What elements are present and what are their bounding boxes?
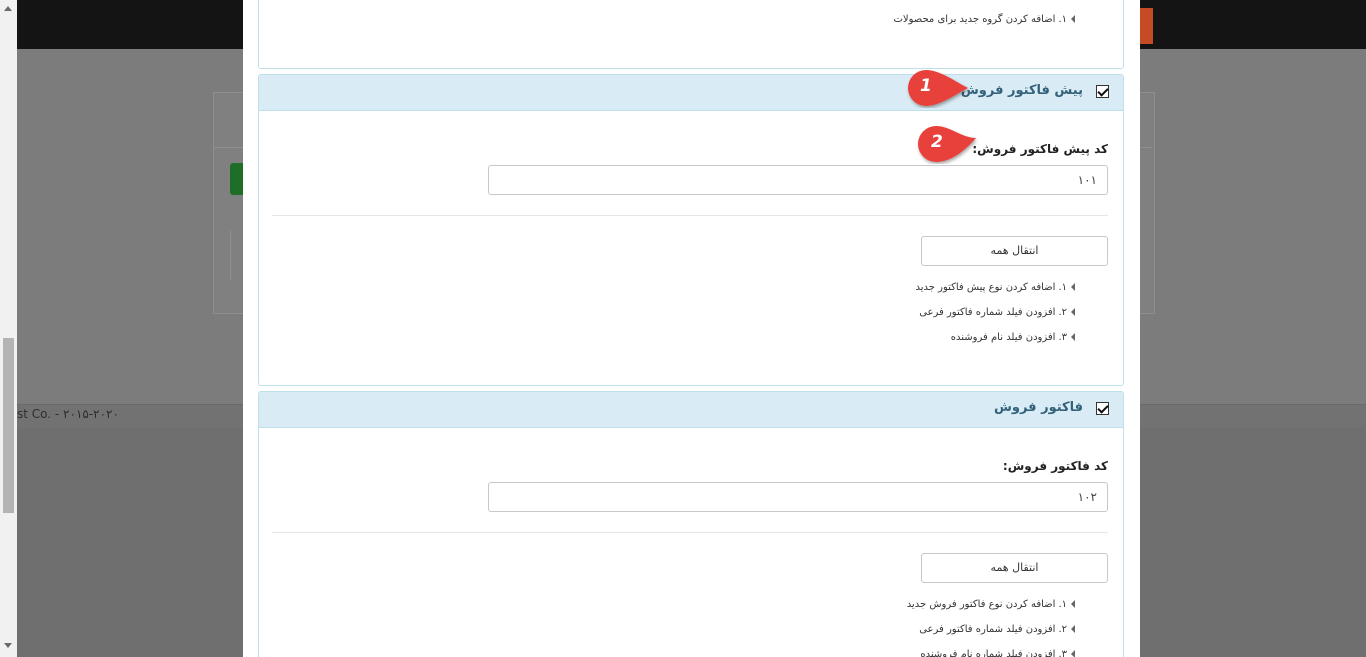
annotation-pointer-icon bbox=[918, 126, 976, 162]
caret-left-icon bbox=[1071, 600, 1075, 608]
proforma-code-label: کد پیش فاکتور فروش: bbox=[972, 142, 1108, 156]
invoice-panel: فاکتور فروش کد فاکتور فروش: انتقال همه ۱… bbox=[258, 391, 1124, 657]
proforma-checkbox[interactable] bbox=[1096, 85, 1109, 98]
annotation-label: 2 bbox=[931, 132, 943, 152]
proforma-panel: پیش فاکتور فروش کد پیش فاکتور فروش: انتق… bbox=[258, 74, 1124, 386]
top-panel: ۱.اضافه کردن گروه جدید برای محصولات bbox=[258, 0, 1124, 69]
invoice-panel-title: فاکتور فروش bbox=[993, 400, 1083, 415]
invoice-divider bbox=[272, 532, 1108, 533]
proforma-transfer-all-button[interactable]: انتقال همه bbox=[921, 236, 1108, 266]
list-item: ۱.اضافه کردن نوع پیش فاکتور جدید bbox=[915, 281, 1075, 295]
caret-left-icon bbox=[1071, 333, 1075, 341]
caret-left-icon bbox=[1071, 15, 1075, 23]
caret-left-icon bbox=[1071, 283, 1075, 291]
invoice-code-label: کد فاکتور فروش: bbox=[1002, 459, 1108, 473]
background-footer-text: st Co. - ۲۰۱۵-۲۰۲۰ bbox=[17, 407, 119, 421]
annotation-label: 1 bbox=[920, 76, 932, 96]
caret-left-icon bbox=[1071, 650, 1075, 657]
invoice-checkbox[interactable] bbox=[1096, 402, 1109, 415]
settings-modal: ۱.اضافه کردن گروه جدید برای محصولات پیش … bbox=[243, 0, 1140, 657]
scroll-down-arrow-icon[interactable] bbox=[4, 643, 12, 648]
annotation-marker-1: 1 bbox=[900, 68, 972, 108]
caret-left-icon bbox=[1071, 625, 1075, 633]
list-item: ۲.افزودن فیلد شماره فاکتور فرعی bbox=[919, 306, 1075, 320]
background-divider bbox=[230, 230, 231, 280]
proforma-panel-header: پیش فاکتور فروش bbox=[259, 75, 1123, 111]
list-item: ۳.افزودن فیلد نام فروشنده bbox=[951, 331, 1075, 345]
proforma-panel-title: پیش فاکتور فروش bbox=[960, 83, 1083, 98]
annotation-marker-2: 2 bbox=[910, 124, 982, 164]
list-item: ۳.افزودن فیلد شماره نام فروشنده bbox=[920, 648, 1075, 657]
proforma-code-input[interactable] bbox=[488, 165, 1108, 195]
invoice-code-input[interactable] bbox=[488, 482, 1108, 512]
invoice-panel-header: فاکتور فروش bbox=[259, 392, 1123, 428]
list-item: ۱.اضافه کردن نوع فاکتور فروش جدید bbox=[907, 598, 1075, 612]
scroll-thumb[interactable] bbox=[3, 338, 14, 513]
page-scrollbar[interactable] bbox=[0, 0, 17, 657]
list-item: ۲.افزودن فیلد شماره فاکتور فرعی bbox=[919, 623, 1075, 637]
scroll-up-arrow-icon[interactable] bbox=[4, 6, 12, 11]
invoice-transfer-all-button[interactable]: انتقال همه bbox=[921, 553, 1108, 583]
annotation-pointer-icon bbox=[908, 70, 968, 106]
background-green-button bbox=[230, 163, 244, 195]
proforma-divider bbox=[272, 215, 1108, 216]
caret-left-icon bbox=[1071, 308, 1075, 316]
list-item: ۱.اضافه کردن گروه جدید برای محصولات bbox=[894, 13, 1075, 27]
